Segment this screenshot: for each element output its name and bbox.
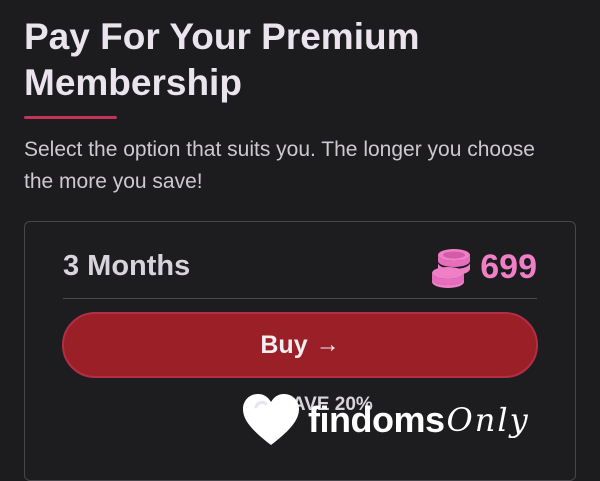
buy-button[interactable]: Buy →: [62, 312, 538, 378]
arrow-right-icon: →: [315, 331, 340, 358]
title-underline: [24, 116, 117, 119]
plan-duration-label: 3 Months: [63, 250, 191, 282]
card-divider: [63, 298, 537, 299]
brand-name: findoms: [308, 399, 445, 440]
buy-button-label: Buy: [260, 330, 308, 359]
findomsonly-watermark: findoms Only: [242, 380, 596, 460]
page-subtitle: Select the option that suits you. The lo…: [24, 138, 535, 193]
price-value: 699: [480, 248, 537, 286]
coins-stack-icon: [432, 249, 471, 288]
brand-script: Only: [446, 401, 530, 439]
heart-logo-icon: [243, 394, 299, 445]
plan-price: 699: [430, 246, 537, 288]
page-title: Pay For Your Premium Membership: [24, 16, 420, 103]
